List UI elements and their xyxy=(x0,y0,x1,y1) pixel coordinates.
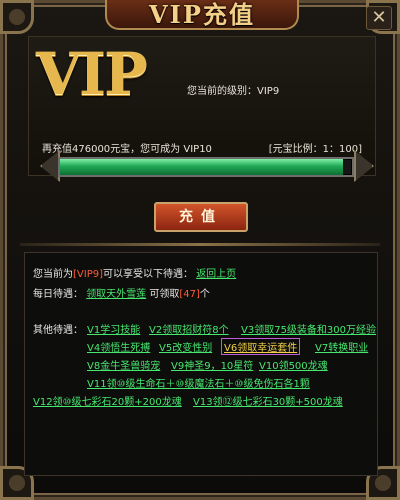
divider xyxy=(20,243,380,246)
perk-link[interactable]: V3领取75级装备和300万经验 xyxy=(241,321,376,336)
daily-count: [47] xyxy=(179,289,200,300)
progress-fill xyxy=(60,159,344,175)
close-icon[interactable]: ✕ xyxy=(366,6,392,30)
perk-link[interactable]: V9神圣9，10星符 xyxy=(171,357,253,372)
daily-count-suffix: 个 xyxy=(199,289,210,300)
benefits-panel: 您当前为[VIP9]可以享受以下待遇： 返回上页 每日待遇： 领取天外雪莲 可领… xyxy=(24,252,378,476)
perk-link[interactable]: V1学习技能 xyxy=(87,321,140,336)
recharge-suffix: 元宝，您可成为 xyxy=(110,144,181,155)
title-bar: VIP充值 xyxy=(105,0,299,30)
perk-link[interactable]: V5改变性别 xyxy=(159,339,212,354)
claim-snow-lotus-link[interactable]: 领取天外雪莲 xyxy=(86,289,146,300)
perk-link[interactable]: V13领⑫级七彩石30颗+500龙魂 xyxy=(193,393,343,408)
current-level: 您当前的级别：VIP9 xyxy=(187,82,279,97)
perk-link-highlighted[interactable]: V6领取幸运套件 xyxy=(221,338,301,355)
recharge-amount: 476000 xyxy=(72,144,111,155)
corner-ornament xyxy=(0,0,34,34)
level-label: 您当前的级别： xyxy=(187,86,257,97)
current-vip-line: 您当前为[VIP9]可以享受以下待遇： 返回上页 xyxy=(33,265,236,280)
other-benefits-label: 其他待遇： xyxy=(33,325,83,336)
daily-label: 每日待遇： xyxy=(33,289,83,300)
level-value: VIP9 xyxy=(257,86,280,97)
perk-link[interactable]: V4领悟生死搏 xyxy=(87,339,150,354)
back-link[interactable]: 返回上页 xyxy=(196,269,236,280)
current-vip-level: [VIP9] xyxy=(73,269,103,280)
perk-link[interactable]: V12领⑩级七彩石20颗+200龙魂 xyxy=(33,393,182,408)
perk-link[interactable]: V7转换职业 xyxy=(315,339,368,354)
daily-count-prefix: 可领取 xyxy=(149,289,180,300)
perk-link[interactable]: V11领⑩级生命石＋⑩级魔法石＋⑩级免伤石各1颗 xyxy=(87,375,310,390)
current-prefix: 您当前为 xyxy=(33,269,73,280)
perk-link[interactable]: V2领取招财符8个 xyxy=(149,321,229,336)
daily-benefit-line: 每日待遇： 领取天外雪莲 可领取[47]个 xyxy=(33,285,210,300)
vip-logo: VIP xyxy=(36,40,148,108)
perk-link[interactable]: V10领500龙魂 xyxy=(259,357,328,372)
dialog-title: VIP充值 xyxy=(149,0,255,29)
next-level: VIP10 xyxy=(183,144,212,155)
recharge-button[interactable]: 充值 xyxy=(154,202,248,232)
perk-link[interactable]: V8金牛圣兽骑宠 xyxy=(87,357,160,372)
current-suffix: 可以享受以下待遇： xyxy=(103,269,193,280)
vip-progress-bar xyxy=(58,157,354,177)
exchange-ratio: [元宝比例：1：100] xyxy=(268,144,362,155)
recharge-requirement: 再充值476000元宝，您可成为 VIP10 [元宝比例：1：100] xyxy=(42,140,362,155)
